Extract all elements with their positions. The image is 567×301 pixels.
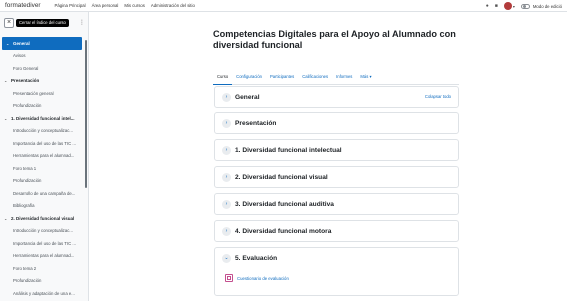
nav-site-admin[interactable]: Administración del sitio (151, 3, 195, 8)
course-index-item[interactable]: Avisos (0, 50, 84, 63)
course-index-item[interactable]: Herramientas para el alumnad... (0, 150, 84, 163)
tab-grades[interactable]: Calificaciones (298, 71, 332, 85)
course-index-item[interactable]: Profundización (0, 100, 84, 113)
course-index-section[interactable]: ⌄ 1. Diversidad funcional intel... (0, 112, 84, 125)
course-index-list: ⌄ General Avisos Foro General ⌄ Presentación P… (0, 37, 84, 300)
section-header: › 1. Diversidad funcional intelectual (222, 140, 342, 160)
course-index-item[interactable]: Foro tema 2 (0, 262, 84, 275)
close-drawer-button[interactable]: × (4, 18, 14, 28)
course-index-section-label[interactable]: General (13, 41, 30, 46)
course-index-item[interactable]: Profundización (0, 175, 84, 188)
chat-icon[interactable]: ■ (495, 3, 498, 9)
section-title[interactable]: General (235, 94, 260, 101)
nav-my-courses[interactable]: Mis cursos (124, 3, 145, 8)
course-index-section[interactable]: ⌄ 2. Diversidad funcional visual (0, 212, 84, 225)
quiz-icon (225, 274, 233, 282)
section-4[interactable]: › 4. Diversidad funcional motora (214, 220, 459, 242)
chevron-down-icon[interactable]: ⌄ (6, 41, 13, 46)
course-index-section-label[interactable]: 1. Diversidad funcional intel... (11, 116, 75, 121)
section-header: ⌄ 5. Evaluación (222, 248, 277, 268)
edit-mode-toggle[interactable] (520, 3, 530, 9)
avatar[interactable] (503, 2, 512, 10)
course-index-section-label[interactable]: 2. Diversidad funcional visual (11, 216, 74, 221)
course-index-item[interactable]: Bibliografía (0, 200, 84, 213)
course-index-item[interactable]: Foro General (0, 62, 84, 75)
nav-dashboard[interactable]: Área personal (92, 3, 119, 8)
nav-home[interactable]: Página Principal (55, 3, 86, 8)
chevron-right-icon[interactable]: › (222, 226, 231, 236)
course-index-section[interactable]: ⌄ Presentación (0, 75, 84, 88)
chevron-down-icon[interactable]: ⌄ (222, 253, 231, 263)
page-title: Competencias Digitales para el Apoyo al … (213, 29, 456, 50)
section-presentacion[interactable]: › Presentación (214, 112, 459, 134)
kebab-menu-icon[interactable]: ⋮ (79, 19, 85, 26)
activity-quiz[interactable]: Cuestionario de evaluación (225, 274, 289, 282)
course-tabs: Curso Configuración Participantes Califi… (213, 71, 459, 85)
section-general[interactable]: › General Colapsar todo (214, 86, 459, 108)
course-index-section-label[interactable]: Presentación (11, 78, 39, 83)
course-index-item[interactable]: Importancia del uso de las TIC ... (0, 137, 84, 150)
section-header: › 2. Diversidad funcional visual (222, 167, 328, 187)
chevron-right-icon[interactable]: › (222, 172, 231, 182)
section-title[interactable]: 3. Diversidad funcional auditiva (235, 201, 334, 208)
chevron-down-icon[interactable]: ▾ (513, 4, 515, 9)
activity-link[interactable]: Cuestionario de evaluación (237, 276, 289, 281)
tab-course[interactable]: Curso (213, 71, 233, 85)
course-index-item[interactable]: Presentación general (0, 87, 84, 100)
section-title[interactable]: 4. Diversidad funcional motora (235, 228, 331, 235)
user-nav: ● ■ ▾ Modo de edició (480, 0, 562, 12)
section-2[interactable]: › 2. Diversidad funcional visual (214, 166, 459, 188)
primary-navigation: Página Principal Área personal Mis curso… (55, 3, 201, 8)
course-index-drawer: × Cerrar el índice del curso ⋮ ⌄ General A… (0, 12, 89, 301)
section-header: › General (222, 87, 260, 107)
section-header: › 3. Diversidad funcional auditiva (222, 194, 334, 214)
course-index-item[interactable]: Profundización (0, 275, 84, 288)
chevron-down-icon[interactable]: ⌄ (4, 78, 11, 83)
section-5[interactable]: ⌄ 5. Evaluación Cuestionario de evaluaci… (214, 247, 459, 296)
section-title[interactable]: Presentación (235, 120, 276, 127)
course-index-item[interactable]: Análisis y adaptación de una e... (0, 287, 84, 300)
site-brand[interactable]: formatediver (5, 2, 41, 9)
section-header: › 4. Diversidad funcional motora (222, 221, 331, 241)
tab-reports[interactable]: Informes (332, 71, 356, 85)
course-index-item[interactable]: Desarrollo de una campaña de... (0, 187, 84, 200)
tab-participants[interactable]: Participantes (266, 71, 298, 85)
section-title[interactable]: 1. Diversidad funcional intelectual (235, 147, 342, 154)
course-index-item[interactable]: Introducción y conceptualizac... (0, 225, 84, 238)
chevron-down-icon[interactable]: ⌄ (4, 216, 11, 221)
tab-more[interactable]: Más ▾ (356, 71, 375, 85)
edit-mode-label: Modo de edició (532, 3, 562, 9)
scrollbar[interactable] (85, 40, 87, 188)
chevron-right-icon[interactable]: › (222, 199, 231, 209)
chevron-down-icon[interactable]: ⌄ (4, 116, 11, 121)
close-drawer-tooltip: Cerrar el índice del curso (16, 19, 69, 27)
course-index-item[interactable]: Introducción y conceptualizac... (0, 125, 84, 138)
chevron-right-icon[interactable]: › (222, 118, 231, 128)
chevron-right-icon[interactable]: › (222, 92, 231, 102)
bell-icon[interactable]: ● (486, 3, 489, 9)
top-navbar: formatediver Página Principal Área perso… (0, 0, 567, 12)
course-index-item[interactable]: Foro tema 1 (0, 162, 84, 175)
section-header: › Presentación (222, 113, 276, 133)
section-1[interactable]: › 1. Diversidad funcional intelectual (214, 139, 459, 161)
course-index-item[interactable]: Herramientas para el alumnad... (0, 250, 84, 263)
tab-settings[interactable]: Configuración (232, 71, 266, 85)
collapse-all-link[interactable]: Colapsar todo (425, 87, 451, 107)
section-title[interactable]: 2. Diversidad funcional visual (235, 174, 328, 181)
course-index-item[interactable]: Importancia del uso de las TIC ... (0, 237, 84, 250)
section-3[interactable]: › 3. Diversidad funcional auditiva (214, 193, 459, 215)
section-title[interactable]: 5. Evaluación (235, 255, 277, 262)
course-index-section[interactable]: ⌄ General (2, 37, 82, 50)
chevron-right-icon[interactable]: › (222, 145, 231, 155)
